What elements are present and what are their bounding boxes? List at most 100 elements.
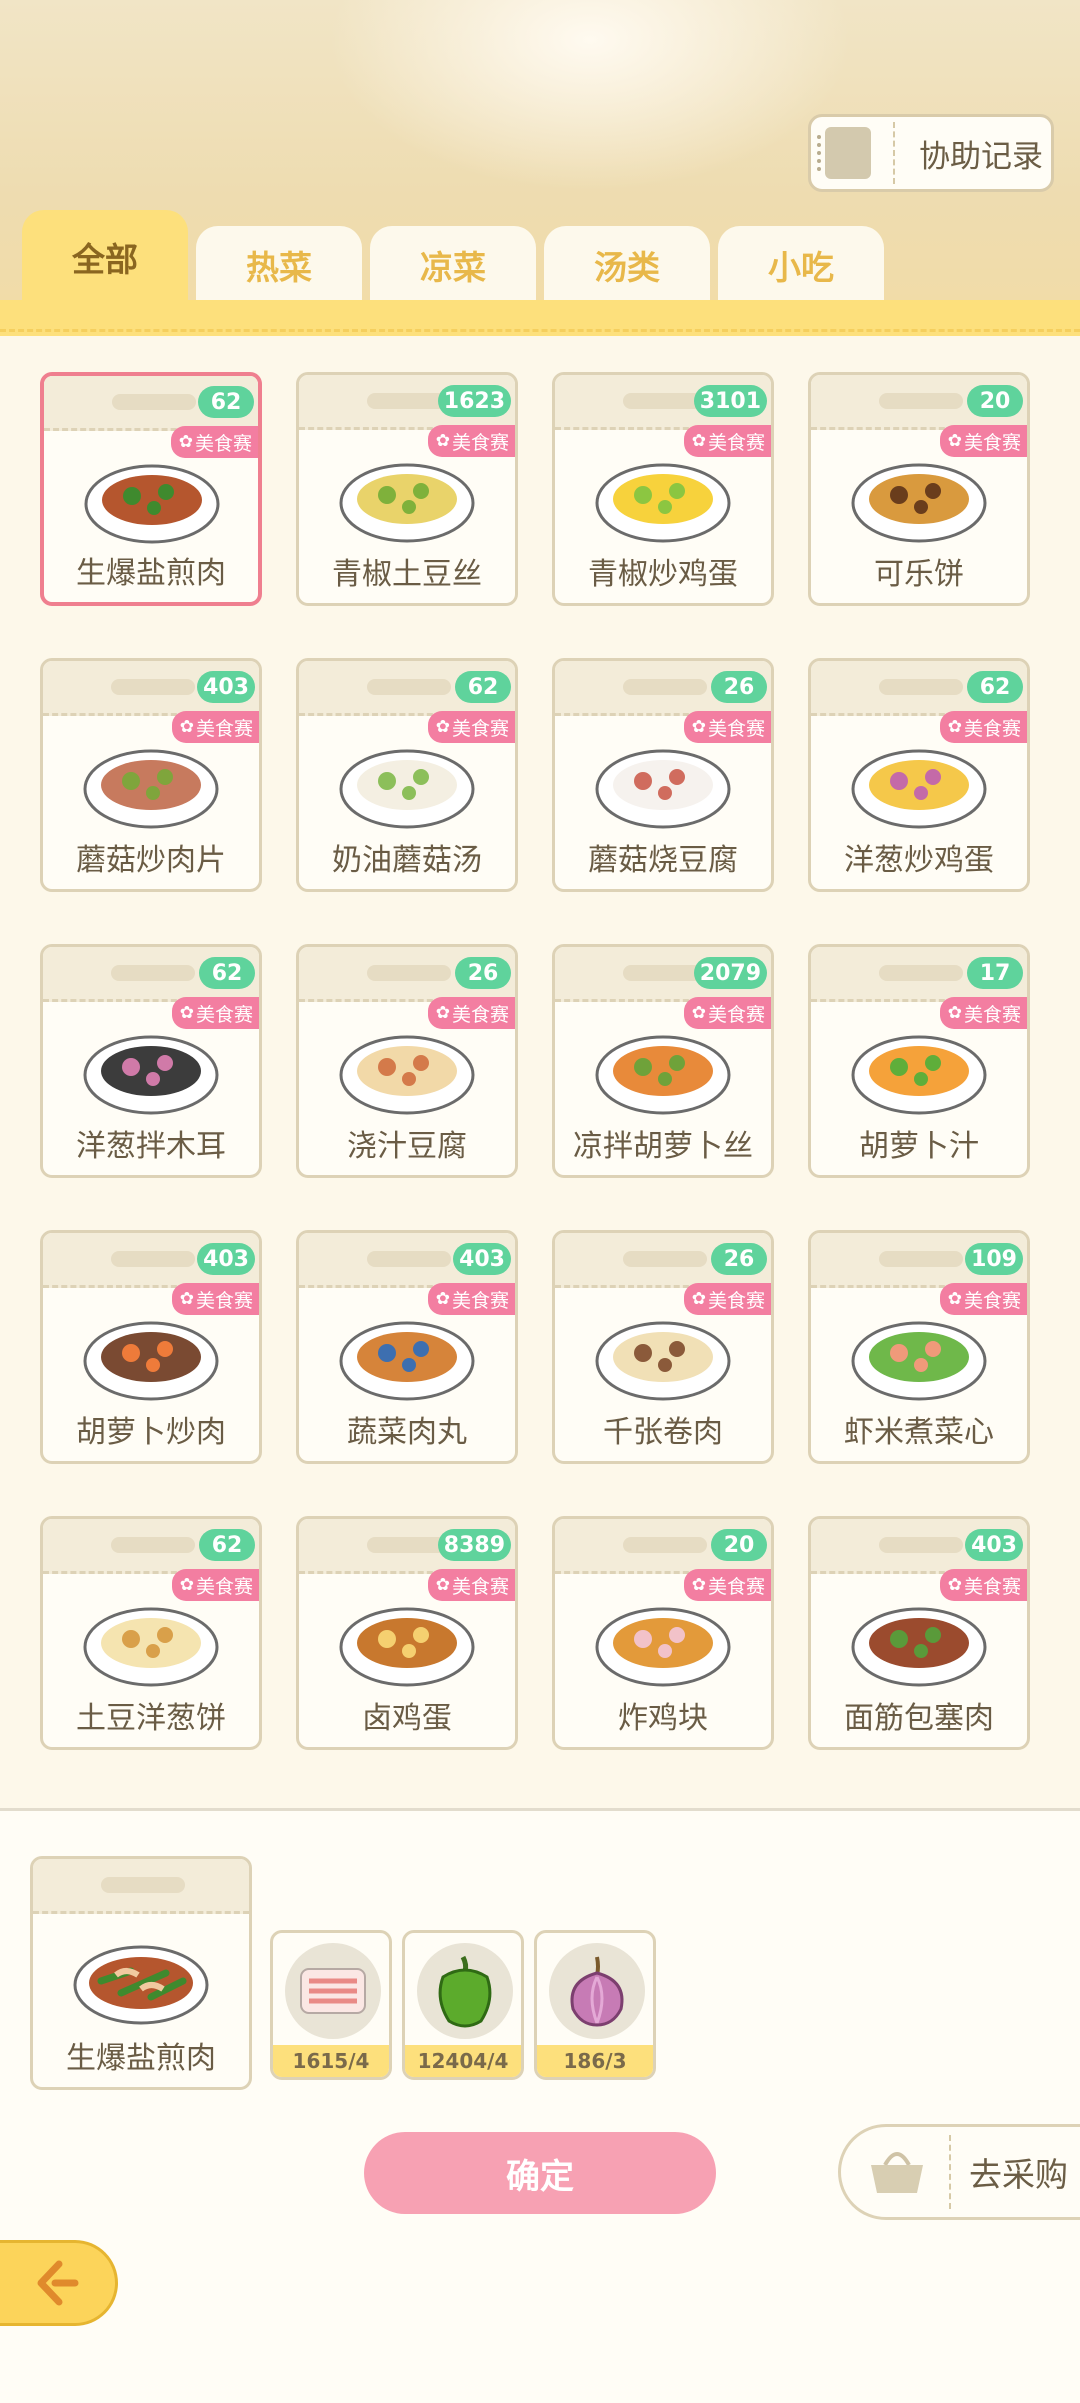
dish-card[interactable]: 62 ✿ 美食赛 洋葱拌木耳 [40,944,262,1178]
dish-card[interactable]: 403 ✿ 美食赛 蘑菇炒肉片 [40,658,262,892]
dish-card[interactable]: 403 ✿ 美食赛 胡萝卜炒肉 [40,1230,262,1464]
dish-card[interactable]: 62 ✿ 美食赛 土豆洋葱饼 [40,1516,262,1750]
dish-name: 青椒土豆丝 [332,557,482,592]
ingredient-onion[interactable]: 186/3 [534,1930,656,2080]
basket-icon [871,2152,923,2193]
tab-hot-dishes[interactable]: 热菜 [196,226,362,304]
divider [893,122,895,184]
onion-fungus-icon [83,1035,219,1115]
meatball-icon [339,1321,475,1401]
ingredient-pepper[interactable]: 12404/4 [402,1930,524,2080]
ingredient-pork[interactable]: 1615/4 [270,1930,392,2080]
stock-count: 20 [967,385,1023,417]
dish-card[interactable]: 62 ✿ 美食赛 奶油蘑菇汤 [296,658,518,892]
dish-name: 蘑菇烧豆腐 [588,843,738,878]
dish-card[interactable]: 62 ✿ 美食赛 洋葱炒鸡蛋 [808,658,1030,892]
dish-name: 青椒炒鸡蛋 [588,557,738,592]
dish-card[interactable]: 20 ✿ 美食赛 可乐饼 [808,372,1030,606]
stock-count: 403 [453,1243,511,1275]
fried-chicken-icon [595,1607,731,1687]
ingredient-qty: 186/3 [537,2045,653,2077]
dish-name: 蘑菇炒肉片 [76,843,226,878]
dish-name: 奶油蘑菇汤 [332,843,482,878]
dish-grid[interactable]: 62 ✿ 美食赛 生爆盐煎肉 1623 ✿ 美食赛 青椒土豆丝 3101 ✿ 美食赛 青椒炒鸡蛋 20 ✿… [0,336,1080,1808]
dish-name: 洋葱拌木耳 [76,1129,226,1164]
stock-count: 403 [197,1243,255,1275]
stock-count: 2079 [693,957,767,989]
dish-name: 生爆盐煎肉 [76,556,226,591]
carrot-pork-icon [83,1321,219,1401]
potato-shreds-icon [339,463,475,543]
tab-snacks[interactable]: 小吃 [718,226,884,304]
stock-count: 62 [455,671,511,703]
dish-card[interactable]: 3101 ✿ 美食赛 青椒炒鸡蛋 [552,372,774,606]
dish-name: 可乐饼 [874,557,964,592]
mushroom-pork-icon [83,749,219,829]
stock-count: 20 [711,1529,767,1561]
dish-name: 浇汁豆腐 [347,1129,467,1164]
carrot-juice-icon [851,1035,987,1115]
pepper-egg-icon [595,463,731,543]
dish-card[interactable]: 26 ✿ 美食赛 千张卷肉 [552,1230,774,1464]
category-tabs: 全部 热菜 凉菜 汤类 小吃 [0,210,1080,304]
stock-count: 17 [967,957,1023,989]
stir-fried-pork-icon [84,464,220,544]
dish-name: 胡萝卜汁 [859,1129,979,1164]
back-arrow-icon [37,2260,78,2306]
sauce-tofu-icon [339,1035,475,1115]
dish-card[interactable]: 26 ✿ 美食赛 蘑菇烧豆腐 [552,658,774,892]
tab-cold-dishes[interactable]: 凉菜 [370,226,536,304]
dish-card[interactable]: 403 ✿ 美食赛 面筋包塞肉 [808,1516,1030,1750]
stock-count: 62 [198,386,254,418]
stock-count: 1623 [437,385,511,417]
stock-count: 26 [711,1243,767,1275]
dish-card[interactable]: 2079 ✿ 美食赛 凉拌胡萝卜丝 [552,944,774,1178]
dish-name: 面筋包塞肉 [844,1701,994,1736]
go-shopping-button[interactable]: 去采购 [838,2124,1080,2220]
tab-strip [0,300,1080,336]
stock-count: 8389 [437,1529,511,1561]
cream-soup-icon [339,749,475,829]
stock-count: 62 [967,671,1023,703]
ingredient-qty: 1615/4 [273,2045,389,2077]
stock-count: 62 [199,1529,255,1561]
green-pepper-icon [438,1955,492,2028]
mushroom-tofu-icon [595,749,731,829]
shrimp-greens-icon [851,1321,987,1401]
dish-name: 土豆洋葱饼 [76,1701,226,1736]
back-button[interactable] [0,2240,118,2326]
dish-card[interactable]: 62 ✿ 美食赛 生爆盐煎肉 [40,372,262,606]
dish-card[interactable]: 8389 ✿ 美食赛 卤鸡蛋 [296,1516,518,1750]
dish-card[interactable]: 17 ✿ 美食赛 胡萝卜汁 [808,944,1030,1178]
dish-name: 炸鸡块 [618,1701,708,1736]
stock-count: 62 [199,957,255,989]
dish-name: 虾米煮菜心 [844,1415,994,1450]
dish-name: 卤鸡蛋 [362,1701,452,1736]
stock-count: 403 [197,671,255,703]
croquette-icon [851,463,987,543]
ingredient-qty: 12404/4 [405,2045,521,2077]
selected-dish-card: 生爆盐煎肉 [30,1856,252,2090]
gluten-meat-icon [851,1607,987,1687]
dish-name: 洋葱炒鸡蛋 [844,843,994,878]
dish-name: 千张卷肉 [603,1415,723,1450]
dish-card[interactable]: 109 ✿ 美食赛 虾米煮菜心 [808,1230,1030,1464]
notebook-icon [817,127,871,179]
go-shopping-label: 去采购 [969,2155,1068,2194]
dish-card[interactable]: 1623 ✿ 美食赛 青椒土豆丝 [296,372,518,606]
pork-belly-icon [300,1968,366,2014]
dish-name: 蔬菜肉丸 [347,1415,467,1450]
dish-name: 凉拌胡萝卜丝 [573,1129,753,1164]
stir-fried-pork-icon [73,1945,209,2025]
dish-card[interactable]: 20 ✿ 美食赛 炸鸡块 [552,1516,774,1750]
dish-card[interactable]: 26 ✿ 美食赛 浇汁豆腐 [296,944,518,1178]
assist-record-button[interactable]: 协助记录 [808,114,1054,192]
dish-name: 胡萝卜炒肉 [76,1415,226,1450]
tab-all[interactable]: 全部 [22,210,188,304]
carrot-salad-icon [595,1035,731,1115]
stock-count: 26 [711,671,767,703]
confirm-button[interactable]: 确定 [364,2132,716,2214]
braised-egg-icon [339,1607,475,1687]
dish-card[interactable]: 403 ✿ 美食赛 蔬菜肉丸 [296,1230,518,1464]
tab-soups[interactable]: 汤类 [544,226,710,304]
